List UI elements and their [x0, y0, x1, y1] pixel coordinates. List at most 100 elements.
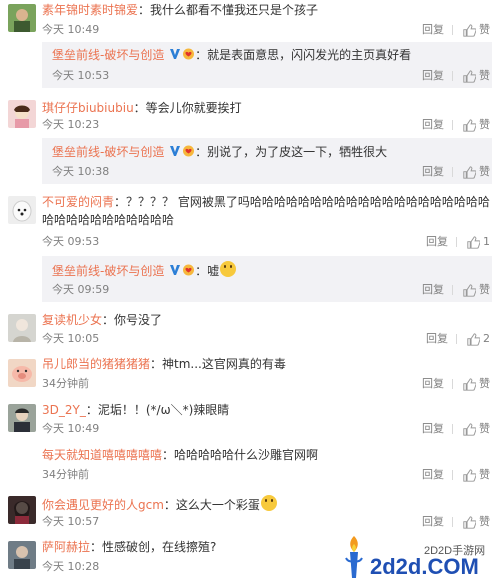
- thumbs-up-icon: [467, 235, 480, 249]
- like-count: 赞: [479, 515, 490, 528]
- verified-v-icon: [170, 49, 181, 59]
- like-count: 赞: [479, 377, 490, 390]
- timestamp: 今天 09:59: [52, 283, 110, 296]
- like-button[interactable]: 2: [467, 331, 490, 347]
- like-count: 赞: [479, 118, 490, 131]
- thumbs-up-icon: [463, 118, 476, 132]
- thumbs-up-icon: [463, 377, 476, 391]
- reply-button[interactable]: 回复: [422, 282, 444, 298]
- thumbs-up-icon: [463, 468, 476, 482]
- comment-item: 吊儿郎当的猪猪猪猪：神tm...这官网真的有毒 34分钟前 回复 赞: [0, 355, 500, 395]
- thumbs-up-icon: [463, 283, 476, 297]
- username-link[interactable]: 堡垒前线-破坏与创造: [52, 48, 164, 62]
- like-count: 赞: [479, 165, 490, 178]
- username-link[interactable]: 堡垒前线-破坏与创造: [52, 145, 164, 159]
- username-link[interactable]: 不可爱的闷青: [42, 195, 114, 209]
- like-count: 赞: [479, 23, 490, 36]
- divider: [452, 285, 453, 295]
- like-button[interactable]: 赞: [463, 68, 490, 84]
- username-link[interactable]: 琪仔仔biubiubiu: [42, 101, 134, 115]
- like-button[interactable]: 赞: [463, 282, 490, 298]
- username-link[interactable]: 萨阿赫拉: [42, 540, 90, 554]
- thumbs-up-icon: [463, 422, 476, 436]
- avatar[interactable]: [8, 449, 36, 477]
- comment-item: 琪仔仔biubiubiu：等会儿你就要挨打 今天 10:23 回复 赞: [0, 96, 500, 138]
- like-button[interactable]: 赞: [463, 117, 490, 133]
- timestamp: 今天 10:57: [42, 515, 100, 528]
- comment-text: ：哈哈哈哈哈什么沙雕官网啊: [162, 448, 319, 462]
- watermark-domain: 2d2d.COM: [370, 554, 479, 579]
- site-watermark: 2D2D手游网 2d2d.COM: [340, 530, 500, 583]
- timestamp: 今天 10:23: [42, 118, 100, 131]
- divider: [452, 120, 453, 130]
- avatar[interactable]: [8, 314, 36, 342]
- divider: [452, 71, 453, 81]
- username-link[interactable]: 素年锦时素时锦爱: [42, 3, 138, 17]
- timestamp: 34分钟前: [42, 468, 89, 481]
- avatar[interactable]: [8, 4, 36, 32]
- username-link[interactable]: 吊儿郎当的猪猪猪猪: [42, 357, 150, 371]
- comment-item: 每天就知道嘻嘻嘻嘻嘻：哈哈哈哈哈什么沙雕官网啊 34分钟前 回复 赞: [0, 445, 500, 487]
- like-button[interactable]: 赞: [463, 514, 490, 530]
- username-link[interactable]: 复读机少女: [42, 313, 102, 327]
- divider: [452, 424, 453, 434]
- reply-item: 堡垒前线-破坏与创造 ：就是表面意思，闪闪发光的主页真好看 今天 10:53 回…: [42, 42, 492, 88]
- username-link[interactable]: 你会遇见更好的人gcm: [42, 498, 164, 512]
- divider: [456, 334, 457, 344]
- like-button[interactable]: 赞: [463, 22, 490, 38]
- avatar[interactable]: [8, 100, 36, 128]
- like-button[interactable]: 赞: [463, 376, 490, 392]
- reply-button[interactable]: 回复: [422, 376, 444, 392]
- thumbs-up-icon: [467, 332, 480, 346]
- thumbs-up-icon: [463, 165, 476, 179]
- timestamp: 今天 10:28: [42, 560, 100, 573]
- timestamp: 今天 10:38: [52, 165, 110, 178]
- avatar[interactable]: [8, 359, 36, 387]
- like-button[interactable]: 赞: [463, 467, 490, 483]
- like-count: 赞: [479, 422, 490, 435]
- username-link[interactable]: 堡垒前线-破坏与创造: [52, 264, 164, 278]
- like-count: 赞: [479, 468, 490, 481]
- reply-button[interactable]: 回复: [422, 514, 444, 530]
- divider: [452, 167, 453, 177]
- like-count: 1: [483, 235, 490, 248]
- reply-button[interactable]: 回复: [422, 164, 444, 180]
- emblem-icon: [183, 145, 195, 157]
- reply-button[interactable]: 回复: [422, 117, 444, 133]
- reply-button[interactable]: 回复: [426, 234, 448, 250]
- like-button[interactable]: 赞: [463, 421, 490, 437]
- timestamp: 34分钟前: [42, 377, 89, 390]
- comment-text: ：神tm...这官网真的有毒: [150, 357, 286, 371]
- username-link[interactable]: 3D_2Y_: [42, 403, 86, 417]
- reply-button[interactable]: 回复: [422, 68, 444, 84]
- divider: [456, 237, 457, 247]
- avatar[interactable]: [8, 496, 36, 524]
- timestamp: 今天 10:49: [42, 23, 100, 36]
- comment-text: ：性感破创，在线擦殖?: [90, 540, 217, 554]
- like-button[interactable]: 赞: [463, 164, 490, 180]
- divider: [452, 470, 453, 480]
- avatar[interactable]: [8, 404, 36, 432]
- verified-v-icon: [170, 265, 181, 275]
- avatar[interactable]: [8, 196, 36, 224]
- reply-button[interactable]: 回复: [426, 331, 448, 347]
- thumbs-up-icon: [463, 23, 476, 37]
- comment-text: ：别说了，为了皮这一下，牺牲很大: [195, 145, 388, 159]
- shush-emoji-icon: [220, 261, 237, 277]
- comment-text: ：你号没了: [102, 313, 163, 327]
- username-link[interactable]: 每天就知道嘻嘻嘻嘻嘻: [42, 448, 162, 462]
- timestamp: 今天 10:05: [42, 332, 100, 345]
- reply-button[interactable]: 回复: [422, 467, 444, 483]
- like-button[interactable]: 1: [467, 234, 490, 250]
- reply-button[interactable]: 回复: [422, 421, 444, 437]
- like-count: 2: [483, 332, 490, 345]
- comment-text: ：嘘: [195, 264, 220, 278]
- comment-item: 不可爱的闷青：？？？？ 官网被黑了吗哈哈哈哈哈哈哈哈哈哈哈哈哈哈哈哈哈哈哈哈哈哈…: [0, 192, 500, 252]
- thumbs-up-icon: [463, 69, 476, 83]
- divider: [452, 379, 453, 389]
- thumbs-up-icon: [463, 515, 476, 529]
- comment-list: 素年锦时素时锦爱：我什么都看不懂我还只是个孩子 今天 10:49 回复 赞 堡垒…: [0, 0, 500, 583]
- divider: [452, 25, 453, 35]
- avatar[interactable]: [8, 541, 36, 569]
- reply-button[interactable]: 回复: [422, 22, 444, 38]
